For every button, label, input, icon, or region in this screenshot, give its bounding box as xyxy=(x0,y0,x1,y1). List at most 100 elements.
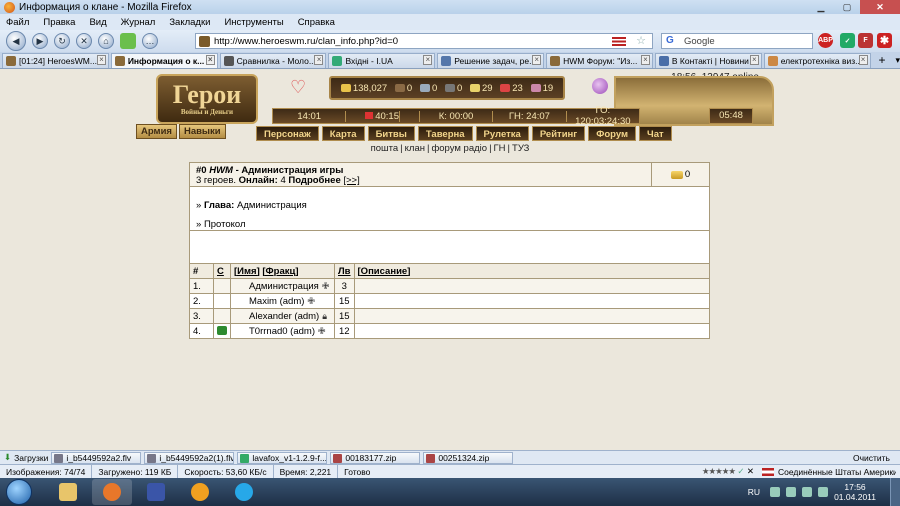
col-faction[interactable]: [Фракц] xyxy=(262,266,298,277)
menu-help[interactable]: Справка xyxy=(298,17,335,28)
start-button[interactable] xyxy=(6,479,32,505)
col-name[interactable]: [Имя] [Фракц] xyxy=(230,263,335,279)
extension-f-icon[interactable]: F xyxy=(858,33,873,48)
search-input[interactable]: G Google xyxy=(661,33,813,49)
menu-view[interactable]: Вид xyxy=(89,17,106,28)
link-radio-forum[interactable]: форум радіо xyxy=(431,143,487,154)
link-clan[interactable]: клан xyxy=(405,143,425,154)
volume-icon[interactable] xyxy=(818,487,829,497)
member-name[interactable]: T0rrnad0 (adm) xyxy=(249,326,315,337)
head-value[interactable]: Администрация xyxy=(237,200,307,211)
protocol-link[interactable]: Протокол xyxy=(204,219,246,230)
menu-bar: Файл Правка Вид Журнал Закладки Инструме… xyxy=(0,14,900,30)
clock[interactable]: 17:56 01.04.2011 xyxy=(834,482,876,502)
taskbar-firefox[interactable] xyxy=(92,479,132,505)
url-bar[interactable]: http://www.heroeswm.ru/clan_info.php?id=… xyxy=(195,33,653,49)
table-row: 1. Администрация ✙ 3 xyxy=(189,278,711,294)
rating-stars-icon[interactable]: ★★★★★ ✓ ✕ xyxy=(702,466,754,477)
puzzle-icon[interactable]: ✱ xyxy=(877,33,892,48)
taskbar-avast[interactable] xyxy=(180,479,220,505)
menu-history[interactable]: Журнал xyxy=(121,17,156,28)
link-mail[interactable]: пошта xyxy=(371,143,399,154)
nav-tavern[interactable]: Таверна xyxy=(417,126,473,141)
member-name[interactable]: Alexander (adm) xyxy=(249,311,319,322)
tab-sravnilka[interactable]: Сравнилка - Моло... × xyxy=(219,52,327,68)
menu-edit[interactable]: Правка xyxy=(43,17,75,28)
nav-rating[interactable]: Рейтинг xyxy=(531,126,586,141)
taskbar-save[interactable] xyxy=(136,479,176,505)
nav-chat[interactable]: Чат xyxy=(639,126,672,141)
download-item[interactable]: 00183177.zip xyxy=(330,451,421,464)
maximize-button[interactable]: ▢ xyxy=(834,0,860,14)
tab-heroeswm[interactable]: [01:24] HeroesWM... × xyxy=(2,52,109,68)
language-indicator[interactable]: RU xyxy=(748,487,760,497)
tab-list-icon[interactable]: ▾ xyxy=(896,55,900,66)
wood-icon xyxy=(394,83,405,92)
network-icon[interactable] xyxy=(786,487,797,497)
download-item[interactable]: i_b5449592a2(1).flv xyxy=(144,451,235,464)
game-logo[interactable]: Герои Войны и Деньги xyxy=(156,74,258,124)
tab-vkontakte[interactable]: В Контакті | Новини × xyxy=(654,52,762,68)
tab-tasks[interactable]: Решение задач, ре... × xyxy=(437,52,545,68)
menu-bookmarks[interactable]: Закладки xyxy=(169,17,210,28)
member-name[interactable]: Администрация xyxy=(249,281,319,292)
back-icon[interactable]: ◀ xyxy=(6,31,26,51)
stop-icon[interactable]: ✕ xyxy=(76,33,92,49)
menu-file[interactable]: Файл xyxy=(6,17,29,28)
show-desktop-button[interactable] xyxy=(890,478,900,506)
tab-clan-info[interactable]: Информация о к... × xyxy=(110,52,218,68)
nav-map[interactable]: Карта xyxy=(321,126,365,141)
new-tab-icon[interactable]: + xyxy=(879,53,886,67)
download-item[interactable]: i_b5449592a2.flv xyxy=(51,451,142,464)
menu-tools[interactable]: Инструменты xyxy=(224,17,283,28)
nav-roulette[interactable]: Рулетка xyxy=(475,126,529,141)
skills-button[interactable]: Навыки xyxy=(178,124,226,139)
nav-battles[interactable]: Битвы xyxy=(367,126,415,141)
taskbar-skype[interactable] xyxy=(224,479,264,505)
crystal-icon xyxy=(500,83,511,92)
tab-hwm-forum[interactable]: HWM Форум: "Из... × xyxy=(546,52,653,68)
link-tuz[interactable]: ТУЗ xyxy=(512,143,529,154)
tab-close-icon[interactable]: × xyxy=(96,54,106,65)
cross-icon: ✙ xyxy=(307,295,315,306)
bookmark-star-icon[interactable]: ☆ xyxy=(636,34,646,47)
download-item[interactable]: lavafox_v1-1.2.9-f... xyxy=(237,451,328,464)
army-button[interactable]: Армия xyxy=(136,124,177,139)
taskbar-explorer[interactable] xyxy=(48,479,88,505)
tab-close-icon[interactable]: × xyxy=(423,54,433,65)
col-sort-c[interactable]: С xyxy=(213,263,231,279)
col-description[interactable]: [Описание] xyxy=(353,263,711,279)
home-icon[interactable]: ⌂ xyxy=(98,33,114,49)
us-flag-icon xyxy=(762,467,774,476)
downloads-label[interactable]: Загрузки xyxy=(14,453,48,463)
tray-arrow-icon[interactable] xyxy=(770,487,781,497)
clear-downloads-button[interactable]: Очистить xyxy=(853,453,890,463)
tab-electro[interactable]: електротехніка виз... × xyxy=(763,52,871,68)
col-level[interactable]: Лв xyxy=(334,263,355,279)
toolbar-addon-icon[interactable] xyxy=(120,33,136,49)
download-item[interactable]: 00251324.zip xyxy=(423,451,514,464)
flag-icon[interactable] xyxy=(802,487,813,497)
details-link[interactable]: [>>] xyxy=(343,175,359,186)
link-gn[interactable]: ГН xyxy=(494,143,506,154)
close-button[interactable]: ✕ xyxy=(860,0,900,14)
status-loaded: Загружено: 119 КБ xyxy=(92,464,179,479)
forward-icon[interactable]: ▶ xyxy=(32,33,48,49)
reload-icon[interactable]: ↻ xyxy=(54,33,70,49)
tab-close-icon[interactable]: × xyxy=(858,54,868,65)
member-name[interactable]: Maxim (adm) xyxy=(249,296,304,307)
potion-icon[interactable] xyxy=(592,78,608,94)
adblock-icon[interactable]: ABP xyxy=(818,33,833,48)
extension-icon[interactable]: ✓ xyxy=(840,33,855,48)
tab-close-icon[interactable]: × xyxy=(532,54,542,65)
tab-close-icon[interactable]: × xyxy=(640,54,650,65)
heart-icon[interactable]: ♡ xyxy=(290,78,310,96)
speech-bubble-icon[interactable]: … xyxy=(142,33,158,49)
nav-character[interactable]: Персонаж xyxy=(256,126,319,141)
tab-close-icon[interactable]: × xyxy=(749,54,759,65)
tab-close-icon[interactable]: × xyxy=(314,54,324,65)
tab-close-icon[interactable]: × xyxy=(205,54,215,65)
tab-iua[interactable]: Вхідні - I.UA × xyxy=(328,52,436,68)
minimize-button[interactable]: ▁ xyxy=(808,0,834,14)
nav-forum[interactable]: Форум xyxy=(588,126,637,141)
